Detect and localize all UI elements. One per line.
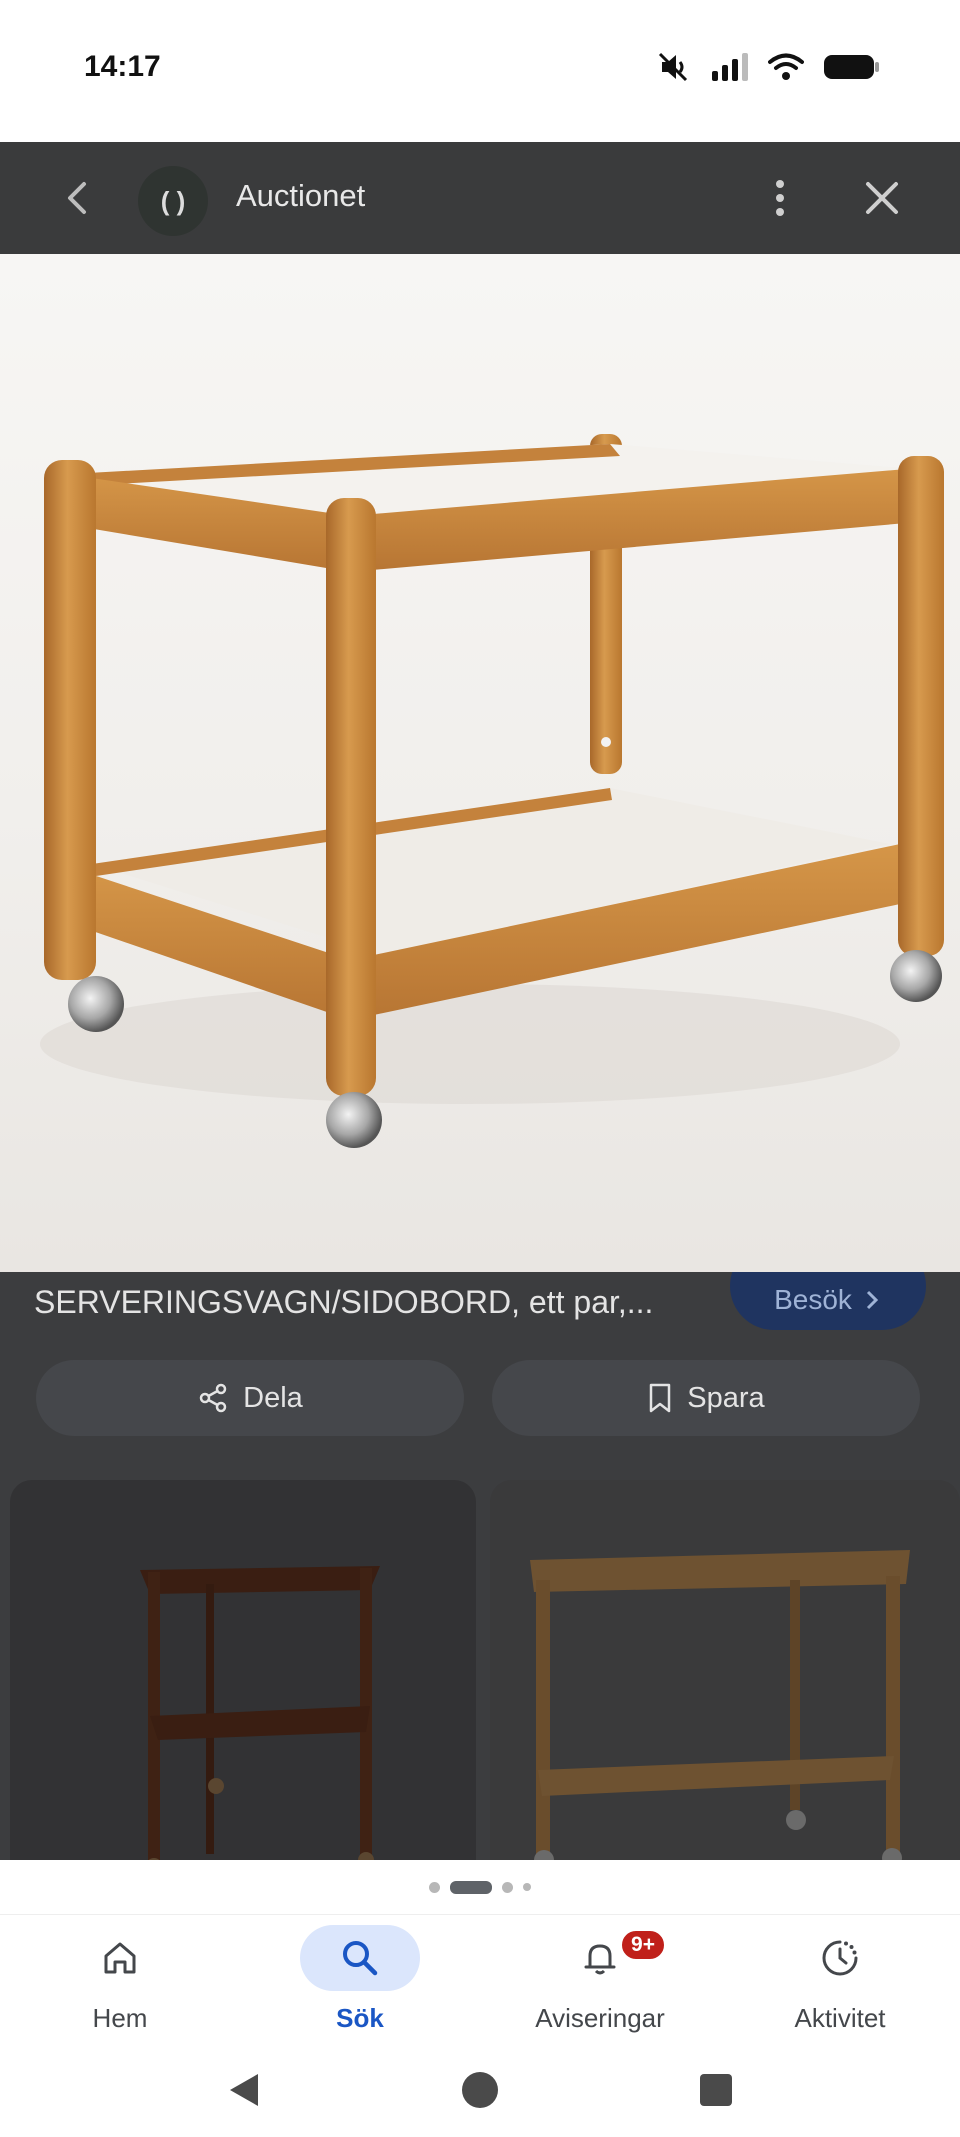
home-icon — [104, 1942, 136, 1974]
system-back-icon[interactable] — [222, 2068, 266, 2112]
mute-icon — [658, 52, 688, 82]
nav-label-home: Hem — [92, 2003, 148, 2033]
nav-icon-container — [780, 1925, 900, 1991]
nav-label-activity: Aktivitet — [794, 2003, 886, 2033]
system-navigation-bar — [0, 2046, 960, 2137]
carousel-dot[interactable] — [429, 1881, 440, 1893]
nav-icon-container — [300, 1925, 420, 1991]
carousel-indicator — [0, 1860, 960, 1914]
related-item-thumbnail[interactable] — [10, 1480, 476, 1860]
notification-badge: 9+ — [620, 1929, 666, 1961]
back-arrow-icon[interactable] — [56, 176, 100, 220]
product-image[interactable] — [0, 254, 960, 1272]
save-button[interactable]: Spara — [492, 1360, 920, 1436]
more-vertical-icon[interactable] — [760, 174, 800, 222]
carousel-dot[interactable] — [523, 1883, 531, 1891]
site-logo[interactable]: ( ) — [138, 166, 208, 236]
battery-icon — [824, 55, 879, 79]
nav-item-home[interactable]: Hem — [0, 1915, 240, 2047]
dark-serving-cart-image — [140, 1566, 380, 1860]
item-title[interactable]: SERVERINGSVAGN/SIDOBORD, ett par,... — [34, 1284, 694, 1321]
bookmark-icon — [650, 1383, 671, 1413]
share-label: Dela — [243, 1381, 303, 1414]
status-bar: 14:17 — [0, 0, 960, 142]
nav-item-notifications[interactable]: 9+ Aviseringar — [480, 1915, 720, 2047]
status-icons — [658, 52, 880, 82]
nav-icon-container — [60, 1925, 180, 1991]
close-icon[interactable] — [860, 176, 904, 220]
status-time: 14:17 — [84, 50, 161, 83]
search-icon — [343, 1941, 378, 1976]
serving-cart-illustration — [40, 434, 944, 1148]
chevron-right-icon — [866, 1290, 879, 1310]
item-detail-panel: SERVERINGSVAGN/SIDOBORD, ett par,... Bes… — [0, 1272, 960, 1860]
nav-item-search[interactable]: Sök — [240, 1915, 480, 2047]
carousel-dot-active[interactable] — [450, 1880, 492, 1894]
nav-item-activity[interactable]: Aktivitet — [720, 1915, 960, 2047]
visit-button[interactable]: Besök — [730, 1272, 926, 1330]
share-button[interactable]: Dela — [36, 1360, 464, 1436]
bottom-navigation: Hem Sök 9+ Aviseringar Aktivitet — [0, 1914, 960, 2046]
save-label: Spara — [687, 1381, 765, 1414]
nav-label-notifications: Aviseringar — [535, 2003, 665, 2033]
activity-clock-icon — [822, 1940, 858, 1976]
wifi-icon — [768, 53, 804, 80]
bell-icon — [584, 1944, 616, 1975]
system-home-icon[interactable] — [458, 2068, 502, 2112]
image-viewer-toolbar: ( ) Auctionet — [0, 142, 960, 254]
visit-label: Besök — [774, 1284, 852, 1315]
light-serving-cart-image — [530, 1550, 910, 1860]
nav-label-search: Sök — [336, 2003, 384, 2033]
share-icon — [199, 1383, 227, 1413]
related-item-thumbnail[interactable] — [490, 1480, 960, 1860]
system-recents-icon[interactable] — [694, 2068, 738, 2112]
carousel-dot[interactable] — [502, 1881, 513, 1893]
site-title[interactable]: Auctionet — [236, 178, 365, 214]
signal-icon — [712, 53, 748, 81]
